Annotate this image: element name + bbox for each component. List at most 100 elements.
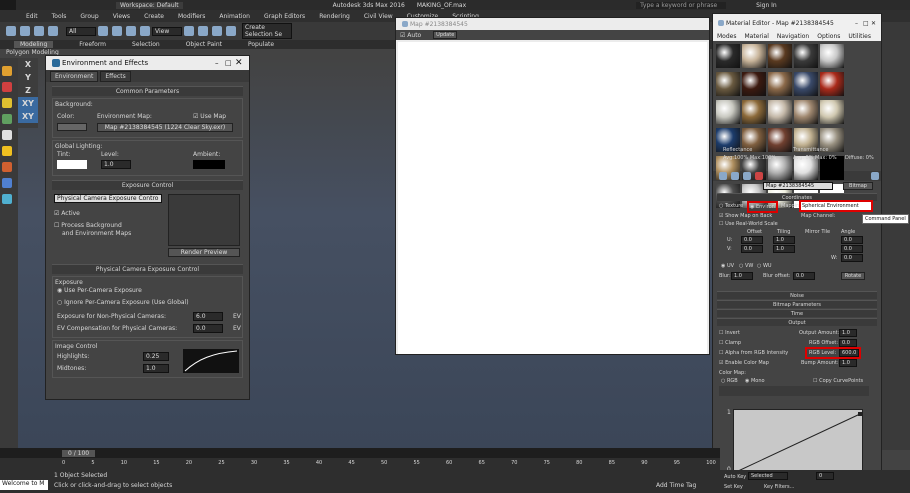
physical-exposure-header[interactable]: Physical Camera Exposure Control [52, 264, 243, 274]
noise-header[interactable]: Noise [717, 291, 877, 299]
material-slot[interactable] [768, 44, 792, 68]
rotate-button[interactable]: Rotate [841, 272, 865, 280]
midtones-input[interactable]: 1.0 [143, 364, 169, 373]
axis-constraint-x[interactable]: X [18, 58, 38, 71]
copy-curve-check[interactable]: ☐ Copy CurvePoints [813, 378, 863, 384]
mirror-icon[interactable] [226, 26, 236, 36]
editor-menu-utilities[interactable]: Utilities [848, 33, 871, 40]
rgb-radio[interactable]: ○ RGB [721, 378, 738, 384]
level-input[interactable]: 1.0 [101, 160, 131, 169]
vw-radio[interactable]: ○ VW [739, 263, 753, 269]
ribbon-tab-populate[interactable]: Populate [248, 41, 274, 48]
material-slot[interactable] [794, 44, 818, 68]
menu-item-views[interactable]: Views [113, 13, 130, 20]
material-slot[interactable] [820, 72, 844, 96]
close-icon[interactable]: ✕ [871, 20, 881, 27]
material-slot[interactable] [742, 100, 766, 124]
curve-graph[interactable] [733, 409, 863, 474]
auto-check[interactable]: ☑ Auto [400, 32, 421, 39]
tool-icon[interactable] [2, 162, 12, 172]
menu-item-animation[interactable]: Animation [219, 13, 250, 20]
editor-menu-modes[interactable]: Modes [717, 33, 736, 40]
mono-radio[interactable]: ◉ Mono [745, 378, 765, 384]
material-slot[interactable] [716, 72, 740, 96]
percent-snap-icon[interactable] [212, 26, 222, 36]
ev-comp-input[interactable]: 0.0 [193, 324, 223, 333]
update-button[interactable]: Update [433, 31, 458, 39]
process-bg-check[interactable]: ☐ Process Background [54, 222, 122, 229]
blur-offset-input[interactable]: 0.0 [793, 272, 815, 280]
redo-icon[interactable] [20, 26, 30, 36]
u-angle[interactable]: 0.0 [841, 236, 863, 244]
auto-key-button[interactable]: Auto Key [724, 474, 746, 480]
bitmap-params-header[interactable]: Bitmap Parameters [717, 300, 877, 308]
uv-radio[interactable]: ◉ UV [721, 263, 734, 269]
color-swatch[interactable] [57, 123, 87, 131]
u-offset[interactable]: 0.0 [741, 236, 763, 244]
move-icon[interactable] [112, 26, 122, 36]
mapping-dropdown[interactable]: Spherical Environment [799, 200, 873, 212]
add-time-tag-button[interactable]: Add Time Tag [656, 482, 696, 489]
ref-coord-dropdown[interactable]: View [152, 26, 182, 36]
non-physical-input[interactable]: 6.0 [193, 312, 223, 321]
scale-icon[interactable] [140, 26, 150, 36]
rgb-offset-input[interactable]: 0.0 [839, 339, 857, 347]
map-type-button[interactable]: Bitmap [843, 182, 873, 190]
minimize-icon[interactable]: – [855, 20, 863, 27]
sign-in-link[interactable]: Sign In [756, 2, 777, 9]
map-name-input[interactable]: Map #2138384545 [763, 182, 833, 190]
search-input[interactable]: Type a keyword or phrase [636, 1, 727, 9]
ribbon-tab-object-paint[interactable]: Object Paint [186, 41, 222, 48]
maximize-icon[interactable]: □ [863, 20, 871, 27]
texture-radio[interactable]: ○ Texture [719, 203, 743, 209]
tool-icon[interactable] [2, 66, 12, 76]
unlink-icon[interactable] [48, 26, 58, 36]
material-slot[interactable] [742, 44, 766, 68]
ignore-camera-radio[interactable]: ○ Ignore Per-Camera Exposure (Use Global… [57, 299, 189, 306]
tab-effects[interactable]: Effects [100, 70, 131, 82]
use-real-check[interactable]: ☐ Use Real-World Scale [719, 221, 778, 227]
v-angle[interactable]: 0.0 [841, 245, 863, 253]
output-amount-input[interactable]: 1.0 [839, 329, 857, 337]
material-slot[interactable] [716, 44, 740, 68]
environ-radio[interactable]: ◉ Environ [747, 201, 778, 213]
show-map-check[interactable]: ☑ Show Map on Back [719, 213, 772, 219]
v-offset[interactable]: 0.0 [741, 245, 763, 253]
undo-icon[interactable] [6, 26, 16, 36]
assign-icon[interactable] [743, 172, 751, 180]
maximize-icon[interactable]: □ [225, 59, 235, 67]
axis-constraint-z[interactable]: Z [18, 84, 38, 97]
tool-icon[interactable] [2, 98, 12, 108]
menu-item-graph-editors[interactable]: Graph Editors [264, 13, 305, 20]
material-slot[interactable] [768, 72, 792, 96]
rgb-level-input[interactable]: 600.0 [839, 349, 859, 357]
common-params-header[interactable]: Common Parameters [52, 86, 243, 96]
w-angle[interactable]: 0.0 [841, 254, 863, 262]
angle-snap-icon[interactable] [198, 26, 208, 36]
material-slot[interactable] [820, 44, 844, 68]
put-material-icon[interactable] [731, 172, 739, 180]
axis-constraint-xy[interactable]: XY [18, 110, 38, 123]
get-material-icon[interactable] [719, 172, 727, 180]
material-slot[interactable] [794, 72, 818, 96]
key-filters-button[interactable]: Key Filters... [764, 484, 794, 490]
link-icon[interactable] [34, 26, 44, 36]
menu-item-civil-view[interactable]: Civil View [364, 13, 393, 20]
env-map-button[interactable]: Map #2138384545 (1224 Clear Sky.exr) [97, 123, 233, 132]
reset-icon[interactable] [755, 172, 763, 180]
bump-input[interactable]: 1.0 [839, 359, 857, 367]
tool-icon[interactable] [2, 130, 12, 140]
show-map-icon[interactable] [871, 172, 879, 180]
axis-constraint-y[interactable]: Y [18, 71, 38, 84]
active-check[interactable]: ☑ Active [54, 210, 80, 217]
tool-icon[interactable] [2, 178, 12, 188]
axis-constraint-xy[interactable]: XY [18, 97, 38, 110]
selection-filter[interactable]: All [66, 26, 96, 36]
clamp-check[interactable]: ☐ Clamp [719, 340, 741, 346]
maxscript-listener[interactable]: Welcome to M [0, 480, 48, 490]
time-header[interactable]: Time [717, 309, 877, 317]
output-header[interactable]: Output [717, 318, 877, 326]
material-slot[interactable] [742, 72, 766, 96]
editor-menu-navigation[interactable]: Navigation [777, 33, 809, 40]
tab-environment[interactable]: Environment [50, 70, 99, 82]
